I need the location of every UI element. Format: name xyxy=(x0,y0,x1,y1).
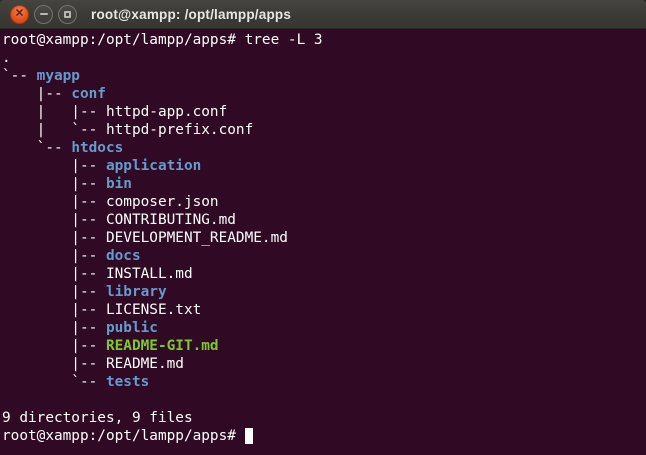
terminal-text: | |-- httpd-app.conf xyxy=(2,104,227,120)
minimize-icon xyxy=(40,13,48,15)
terminal-line: |-- public xyxy=(2,319,646,337)
terminal-text: |-- xyxy=(2,320,106,336)
terminal-text: `-- xyxy=(2,68,37,84)
terminal-line: 9 directories, 9 files xyxy=(2,409,646,427)
terminal-line: |-- application xyxy=(2,157,646,175)
terminal-cursor xyxy=(245,428,254,444)
terminal-line: `-- htdocs xyxy=(2,139,646,157)
terminal-line: | |-- httpd-app.conf xyxy=(2,103,646,121)
terminal-line: |-- INSTALL.md xyxy=(2,265,646,283)
terminal-line: . xyxy=(2,49,646,67)
directory-name: public xyxy=(106,320,158,336)
close-icon: ✕ xyxy=(15,8,24,19)
directory-name: bin xyxy=(106,176,132,192)
terminal-text: |-- LICENSE.txt xyxy=(2,302,201,318)
terminal-text: | `-- httpd-prefix.conf xyxy=(2,122,253,138)
terminal-line: |-- composer.json xyxy=(2,193,646,211)
terminal-text: |-- composer.json xyxy=(2,194,219,210)
directory-name: library xyxy=(106,284,167,300)
maximize-icon xyxy=(64,11,71,18)
terminal-text: |-- xyxy=(2,338,106,354)
terminal-line: |-- conf xyxy=(2,85,646,103)
terminal-text: |-- xyxy=(2,86,71,102)
window-title: root@xampp: /opt/lampp/apps xyxy=(91,7,291,22)
terminal-text: `-- xyxy=(2,140,71,156)
terminal-text: . xyxy=(2,50,11,66)
terminal-text: |-- xyxy=(2,284,106,300)
directory-name: htdocs xyxy=(71,140,123,156)
terminal-line: |-- README.md xyxy=(2,355,646,373)
titlebar[interactable]: ✕ root@xampp: /opt/lampp/apps xyxy=(0,0,646,29)
terminal-text: |-- xyxy=(2,176,106,192)
terminal-line: root@xampp:/opt/lampp/apps# tree -L 3 xyxy=(2,31,646,49)
maximize-button[interactable] xyxy=(58,5,77,24)
terminal-line: |-- bin xyxy=(2,175,646,193)
terminal-line: |-- CONTRIBUTING.md xyxy=(2,211,646,229)
directory-name: conf xyxy=(71,86,106,102)
directory-name: myapp xyxy=(37,68,80,84)
terminal-text: 9 directories, 9 files xyxy=(2,410,193,426)
terminal-line: | `-- httpd-prefix.conf xyxy=(2,121,646,139)
terminal-line: |-- DEVELOPMENT_README.md xyxy=(2,229,646,247)
terminal-line xyxy=(2,391,646,409)
terminal-text: |-- xyxy=(2,158,106,174)
terminal-line: |-- docs xyxy=(2,247,646,265)
terminal-line: `-- tests xyxy=(2,373,646,391)
directory-name: tests xyxy=(106,374,149,390)
terminal-text: |-- DEVELOPMENT_README.md xyxy=(2,230,288,246)
terminal-line: |-- README-GIT.md xyxy=(2,337,646,355)
terminal-text: |-- README.md xyxy=(2,356,184,372)
terminal-line: |-- LICENSE.txt xyxy=(2,301,646,319)
terminal-line: `-- myapp xyxy=(2,67,646,85)
terminal-line: root@xampp:/opt/lampp/apps# xyxy=(2,427,646,445)
executable-name: README-GIT.md xyxy=(106,338,219,354)
terminal-line: |-- library xyxy=(2,283,646,301)
directory-name: application xyxy=(106,158,201,174)
terminal-text: root@xampp:/opt/lampp/apps# tree -L 3 xyxy=(2,32,323,48)
terminal-text: |-- xyxy=(2,248,106,264)
terminal-text: |-- INSTALL.md xyxy=(2,266,193,282)
terminal-window: ✕ root@xampp: /opt/lampp/apps root@xampp… xyxy=(0,0,646,455)
directory-name: docs xyxy=(106,248,141,264)
terminal-text: root@xampp:/opt/lampp/apps# xyxy=(2,428,245,444)
close-button[interactable]: ✕ xyxy=(10,5,29,24)
terminal-text: `-- xyxy=(2,374,106,390)
terminal-screen[interactable]: root@xampp:/opt/lampp/apps# tree -L 3.`-… xyxy=(0,29,646,455)
terminal-text: |-- CONTRIBUTING.md xyxy=(2,212,236,228)
minimize-button[interactable] xyxy=(34,5,53,24)
